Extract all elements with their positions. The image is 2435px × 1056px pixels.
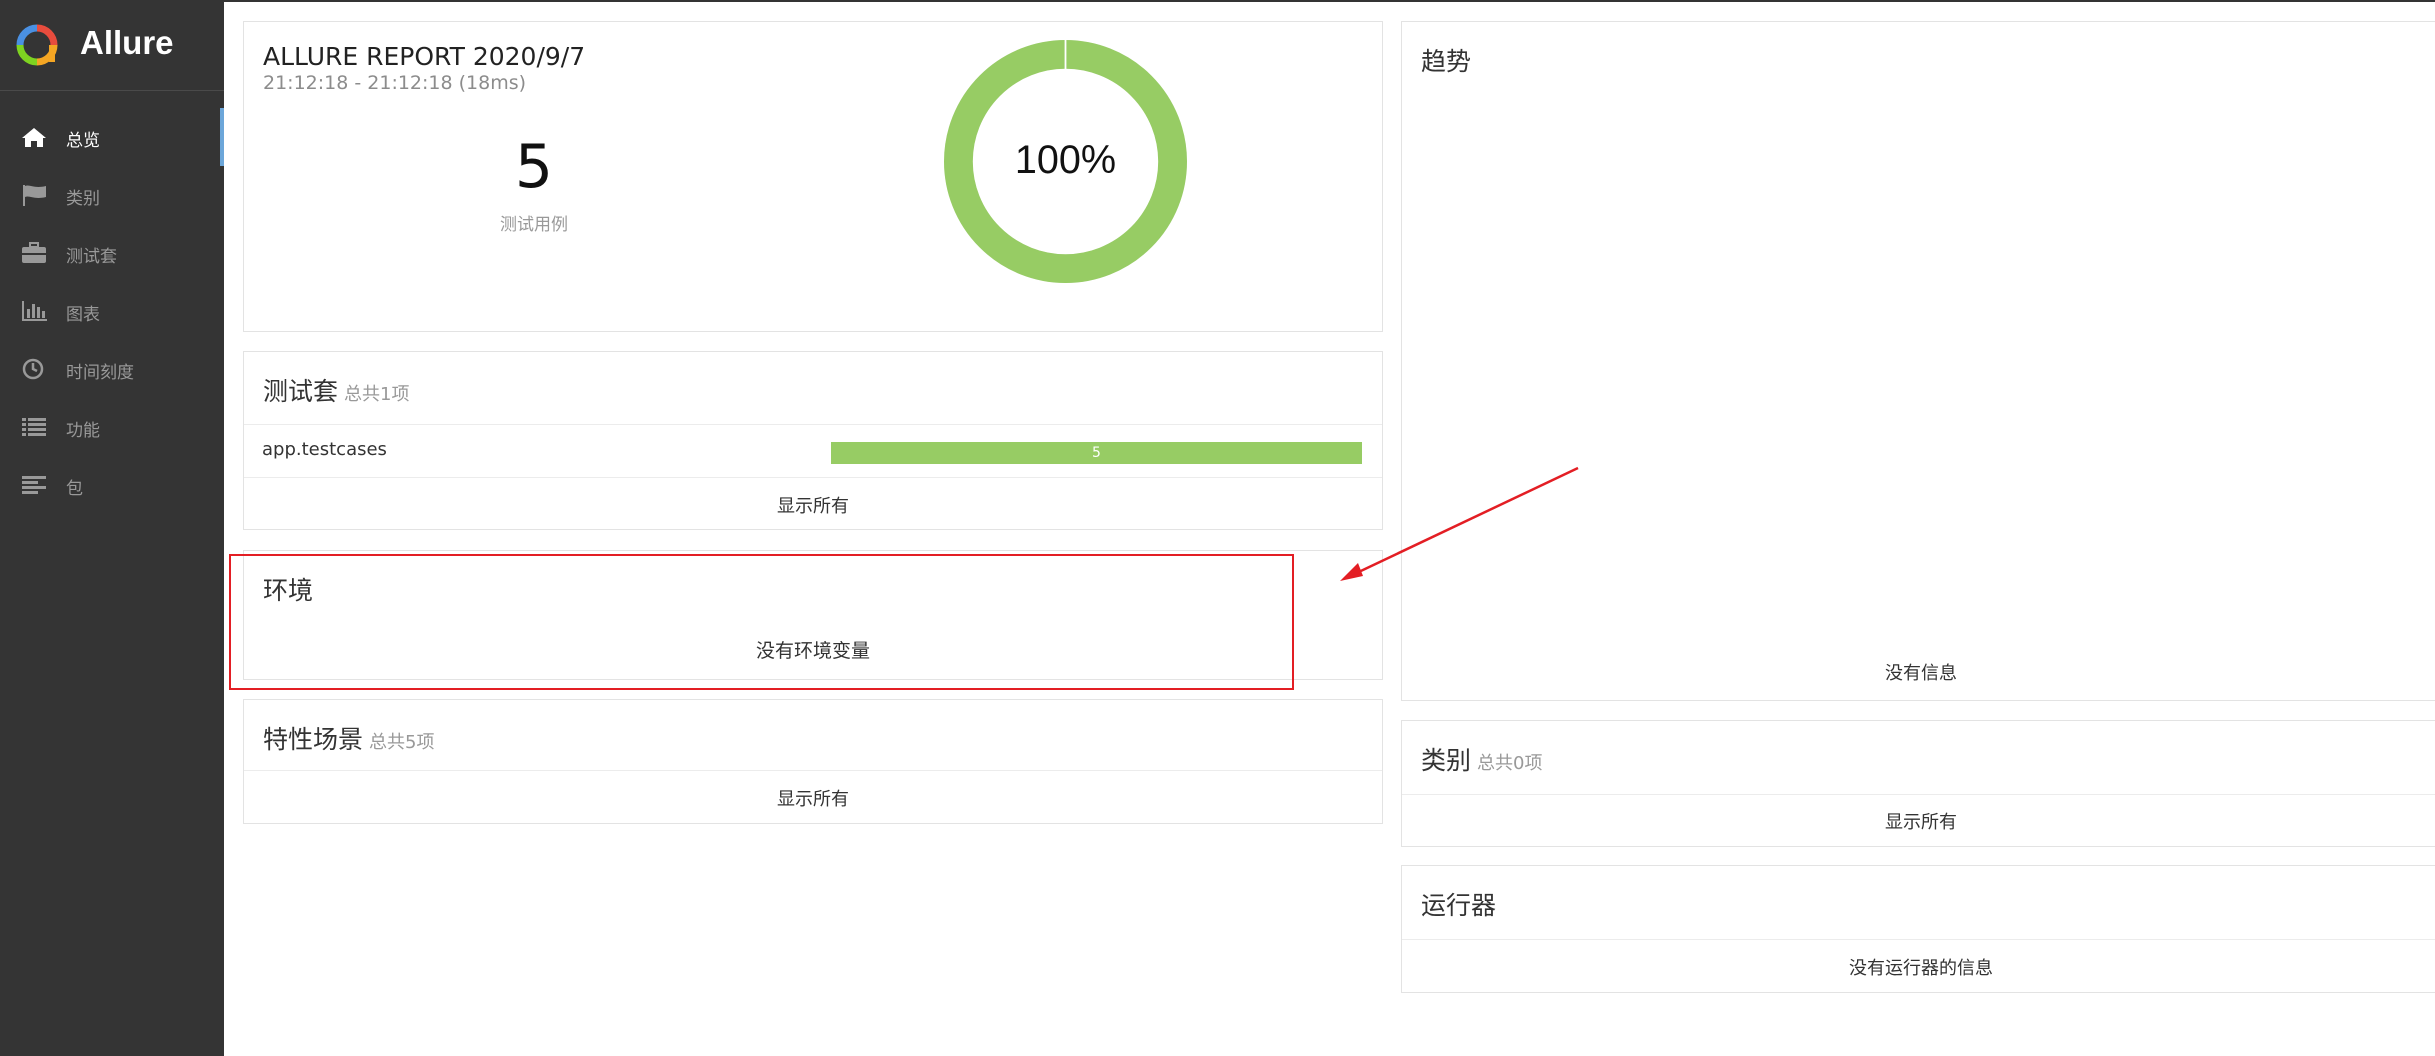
suite-row-count: 5 (1092, 445, 1101, 461)
list-icon (22, 418, 46, 436)
flag-icon (23, 185, 46, 206)
sidebar-item-label: 测试套 (66, 247, 117, 267)
categories-title-row: 类别 总共0项 (1421, 741, 1542, 777)
sidebar-item-graphs[interactable]: 图表 (0, 282, 224, 340)
sidebar-item-timeline[interactable]: 时间刻度 (0, 340, 224, 398)
sidebar-item-label: 图表 (66, 305, 100, 325)
features-total: 总共5项 (369, 732, 435, 753)
categories-title: 类别 (1421, 746, 1472, 775)
categories-widget: 类别 总共0项 显示所有 (1401, 720, 2435, 847)
clock-icon (22, 358, 44, 380)
annotation-arrow-icon (1340, 466, 1579, 581)
align-left-icon (22, 476, 46, 494)
top-border (0, 0, 2435, 2)
test-case-count: 5 (514, 132, 554, 202)
features-widget: 特性场景 总共5项 显示所有 (243, 699, 1383, 824)
sidebar-nav: 总览 类别 测试套 图表 时间刻度 功能 包 (0, 108, 224, 514)
suites-title: 测试套 (263, 377, 339, 406)
features-show-all-link[interactable]: 显示所有 (244, 785, 1382, 811)
brand-name: Allure (80, 24, 174, 61)
sidebar: Allure 总览 类别 测试套 图表 时间刻度 功能 包 (0, 0, 224, 1056)
briefcase-icon (22, 242, 46, 263)
sidebar-item-label: 包 (66, 479, 83, 499)
executors-empty-text: 没有运行器的信息 (1849, 958, 1993, 979)
trend-title: 趋势 (1421, 47, 1472, 76)
summary-widget: ALLURE REPORT 2020/9/7 21:12:18 - 21:12:… (243, 21, 1383, 332)
executors-widget: 运行器 没有运行器的信息 (1401, 865, 2435, 993)
sidebar-item-label: 总览 (66, 131, 100, 151)
allure-logo-icon (16, 24, 58, 66)
report-title: ALLURE REPORT 2020/9/7 (263, 42, 586, 71)
categories-total: 总共0项 (1477, 753, 1543, 774)
sidebar-item-packages[interactable]: 包 (0, 456, 224, 514)
sidebar-item-overview[interactable]: 总览 (0, 108, 224, 166)
divider (244, 770, 1382, 771)
sidebar-item-categories[interactable]: 类别 (0, 166, 224, 224)
suites-total: 总共1项 (344, 384, 410, 405)
sidebar-item-behaviors[interactable]: 功能 (0, 398, 224, 456)
pass-rate-donut: 100% (944, 40, 1187, 283)
features-title-row: 特性场景 总共5项 (263, 720, 434, 756)
sidebar-item-label: 时间刻度 (66, 363, 134, 383)
suites-show-all-link[interactable]: 显示所有 (244, 492, 1382, 518)
divider (1402, 794, 2435, 795)
categories-show-all-link[interactable]: 显示所有 (1402, 808, 2435, 834)
trend-widget: 趋势 没有信息 (1401, 21, 2435, 701)
divider (244, 477, 1382, 478)
home-icon (22, 128, 46, 147)
pass-rate-text: 100% (1015, 138, 1116, 182)
suite-row-name[interactable]: app.testcases (262, 439, 387, 460)
brand[interactable]: Allure (0, 0, 224, 91)
highlight-box (229, 554, 1294, 690)
executors-title: 运行器 (1421, 891, 1497, 920)
trend-empty-text: 没有信息 (1885, 663, 1957, 684)
sidebar-item-label: 类别 (66, 189, 100, 209)
divider (1402, 939, 2435, 940)
features-title: 特性场景 (263, 725, 364, 754)
suites-widget: 测试套 总共1项 显示所有 (243, 351, 1383, 530)
divider (244, 424, 1382, 425)
bar-chart-icon (22, 301, 47, 321)
test-case-label: 测试用例 (500, 215, 568, 235)
sidebar-item-suites[interactable]: 测试套 (0, 224, 224, 282)
report-time-range: 21:12:18 - 21:12:18 (18ms) (263, 72, 527, 94)
sidebar-item-label: 功能 (66, 421, 100, 441)
suites-title-row: 测试套 总共1项 (263, 372, 409, 408)
suite-row-bar[interactable]: 5 (831, 442, 1362, 464)
